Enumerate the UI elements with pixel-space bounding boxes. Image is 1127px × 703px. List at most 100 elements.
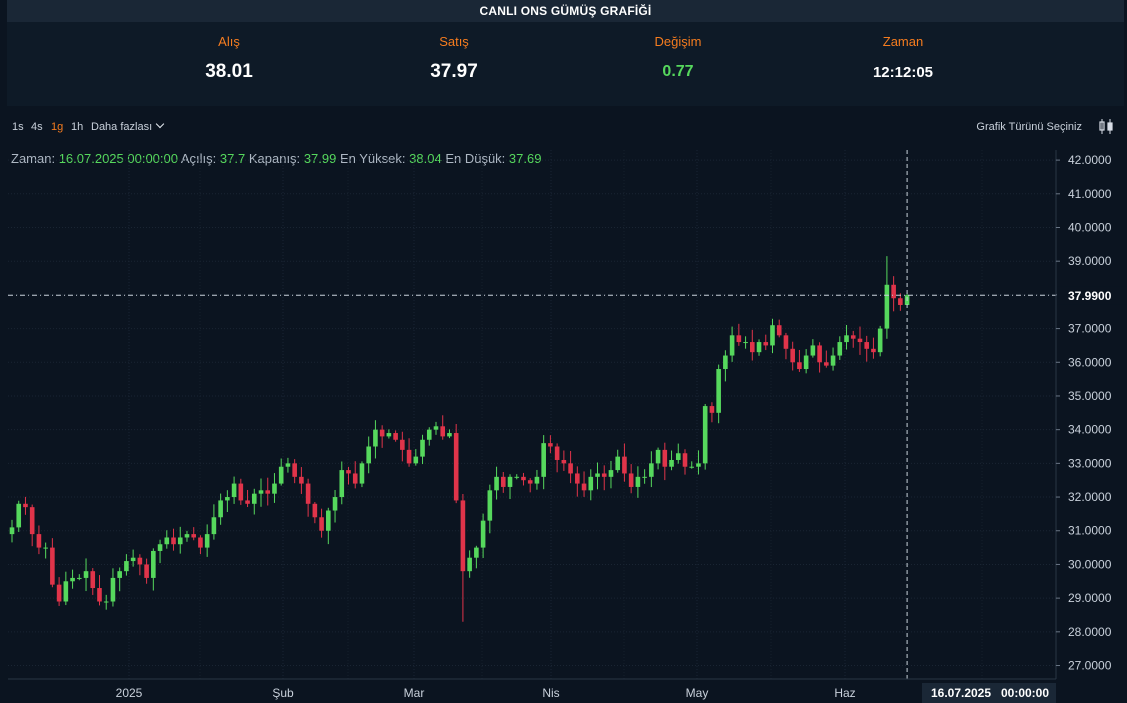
candle [857, 326, 863, 355]
candle [265, 477, 271, 506]
y-tick-label: 40.0000 [1068, 220, 1112, 234]
candle [763, 334, 769, 351]
candle-body [299, 476, 304, 484]
candle [198, 535, 203, 555]
candle [622, 443, 627, 482]
candle [507, 474, 513, 500]
y-tick-label: 31.0000 [1068, 524, 1112, 538]
candle-body [628, 473, 634, 487]
candle [460, 493, 466, 622]
candle-body [400, 439, 405, 450]
candle-body [790, 348, 795, 363]
candle [258, 478, 264, 507]
candle [649, 451, 654, 488]
candle [103, 594, 109, 610]
y-tick-label: 30.0000 [1068, 557, 1112, 571]
candle [251, 488, 257, 515]
candle-body [702, 406, 708, 464]
candle-body [272, 483, 277, 494]
candlestick-chart[interactable]: 42.000041.000040.000039.000038.000037.00… [0, 0, 1127, 703]
candle [743, 336, 748, 349]
candle-body [151, 550, 156, 578]
candle-body [29, 507, 35, 535]
candle-body [507, 476, 513, 487]
candle [561, 450, 567, 471]
candle [218, 493, 223, 525]
candle [400, 431, 405, 462]
candle [608, 460, 614, 489]
candle [723, 350, 728, 382]
candle-body [480, 520, 486, 548]
candle-body [83, 571, 89, 578]
candle-body [36, 534, 42, 548]
candle [877, 325, 883, 357]
candle [480, 513, 486, 558]
candle [231, 476, 237, 504]
candle-body [864, 342, 870, 349]
candle-body [709, 406, 715, 413]
candle [756, 339, 762, 356]
candle [891, 276, 896, 312]
candle [514, 474, 520, 480]
x-tick-label: Mar [404, 686, 425, 700]
candle [171, 528, 176, 551]
candle-body [682, 453, 688, 467]
candle-body [797, 362, 802, 370]
candle-body [776, 325, 782, 336]
candle [70, 569, 75, 589]
candle-body [763, 342, 769, 346]
candle [440, 415, 446, 440]
candle [204, 524, 210, 557]
candle [447, 429, 452, 439]
candle-body [177, 537, 183, 545]
candle [164, 530, 170, 549]
candle [554, 443, 560, 473]
candle [77, 574, 82, 581]
candle [453, 423, 459, 504]
candle [144, 558, 149, 584]
candle-body [635, 476, 641, 487]
candle-body [494, 476, 499, 491]
candle-body [90, 571, 96, 589]
candle-body [339, 470, 345, 498]
candle [386, 429, 392, 439]
candle-body [649, 463, 654, 477]
candle [137, 554, 143, 576]
candle-body [43, 547, 48, 549]
candle [521, 472, 526, 486]
candle-body [238, 483, 244, 501]
y-tick-label: 39.0000 [1068, 254, 1112, 268]
candle-body [251, 493, 257, 504]
candle-body [588, 476, 594, 491]
candle [420, 434, 425, 465]
candle [527, 478, 533, 493]
candle-body [527, 480, 533, 484]
candle-body [379, 429, 385, 437]
candle [346, 466, 351, 485]
candle [783, 332, 789, 360]
candle-body [736, 335, 742, 343]
candle-body [103, 601, 109, 603]
candle [642, 469, 647, 484]
candle [500, 471, 506, 493]
candle-body [420, 439, 425, 457]
candle-body [743, 342, 748, 344]
candle-body [453, 433, 459, 501]
y-tick-label: 29.0000 [1068, 591, 1112, 605]
candle [797, 349, 802, 372]
candle [16, 500, 22, 532]
candle [628, 464, 634, 494]
candle-body [231, 483, 237, 498]
candle-body [204, 534, 210, 548]
candle-body [871, 348, 876, 353]
candle [245, 489, 250, 508]
candle [23, 496, 28, 515]
candle-body [352, 473, 358, 484]
candle-body [514, 476, 520, 478]
candle-body [77, 577, 82, 579]
candle [9, 519, 15, 543]
candle [595, 462, 600, 490]
x-tick-label: 2025 [116, 686, 143, 700]
candle [339, 461, 345, 505]
candle-body [433, 426, 439, 430]
